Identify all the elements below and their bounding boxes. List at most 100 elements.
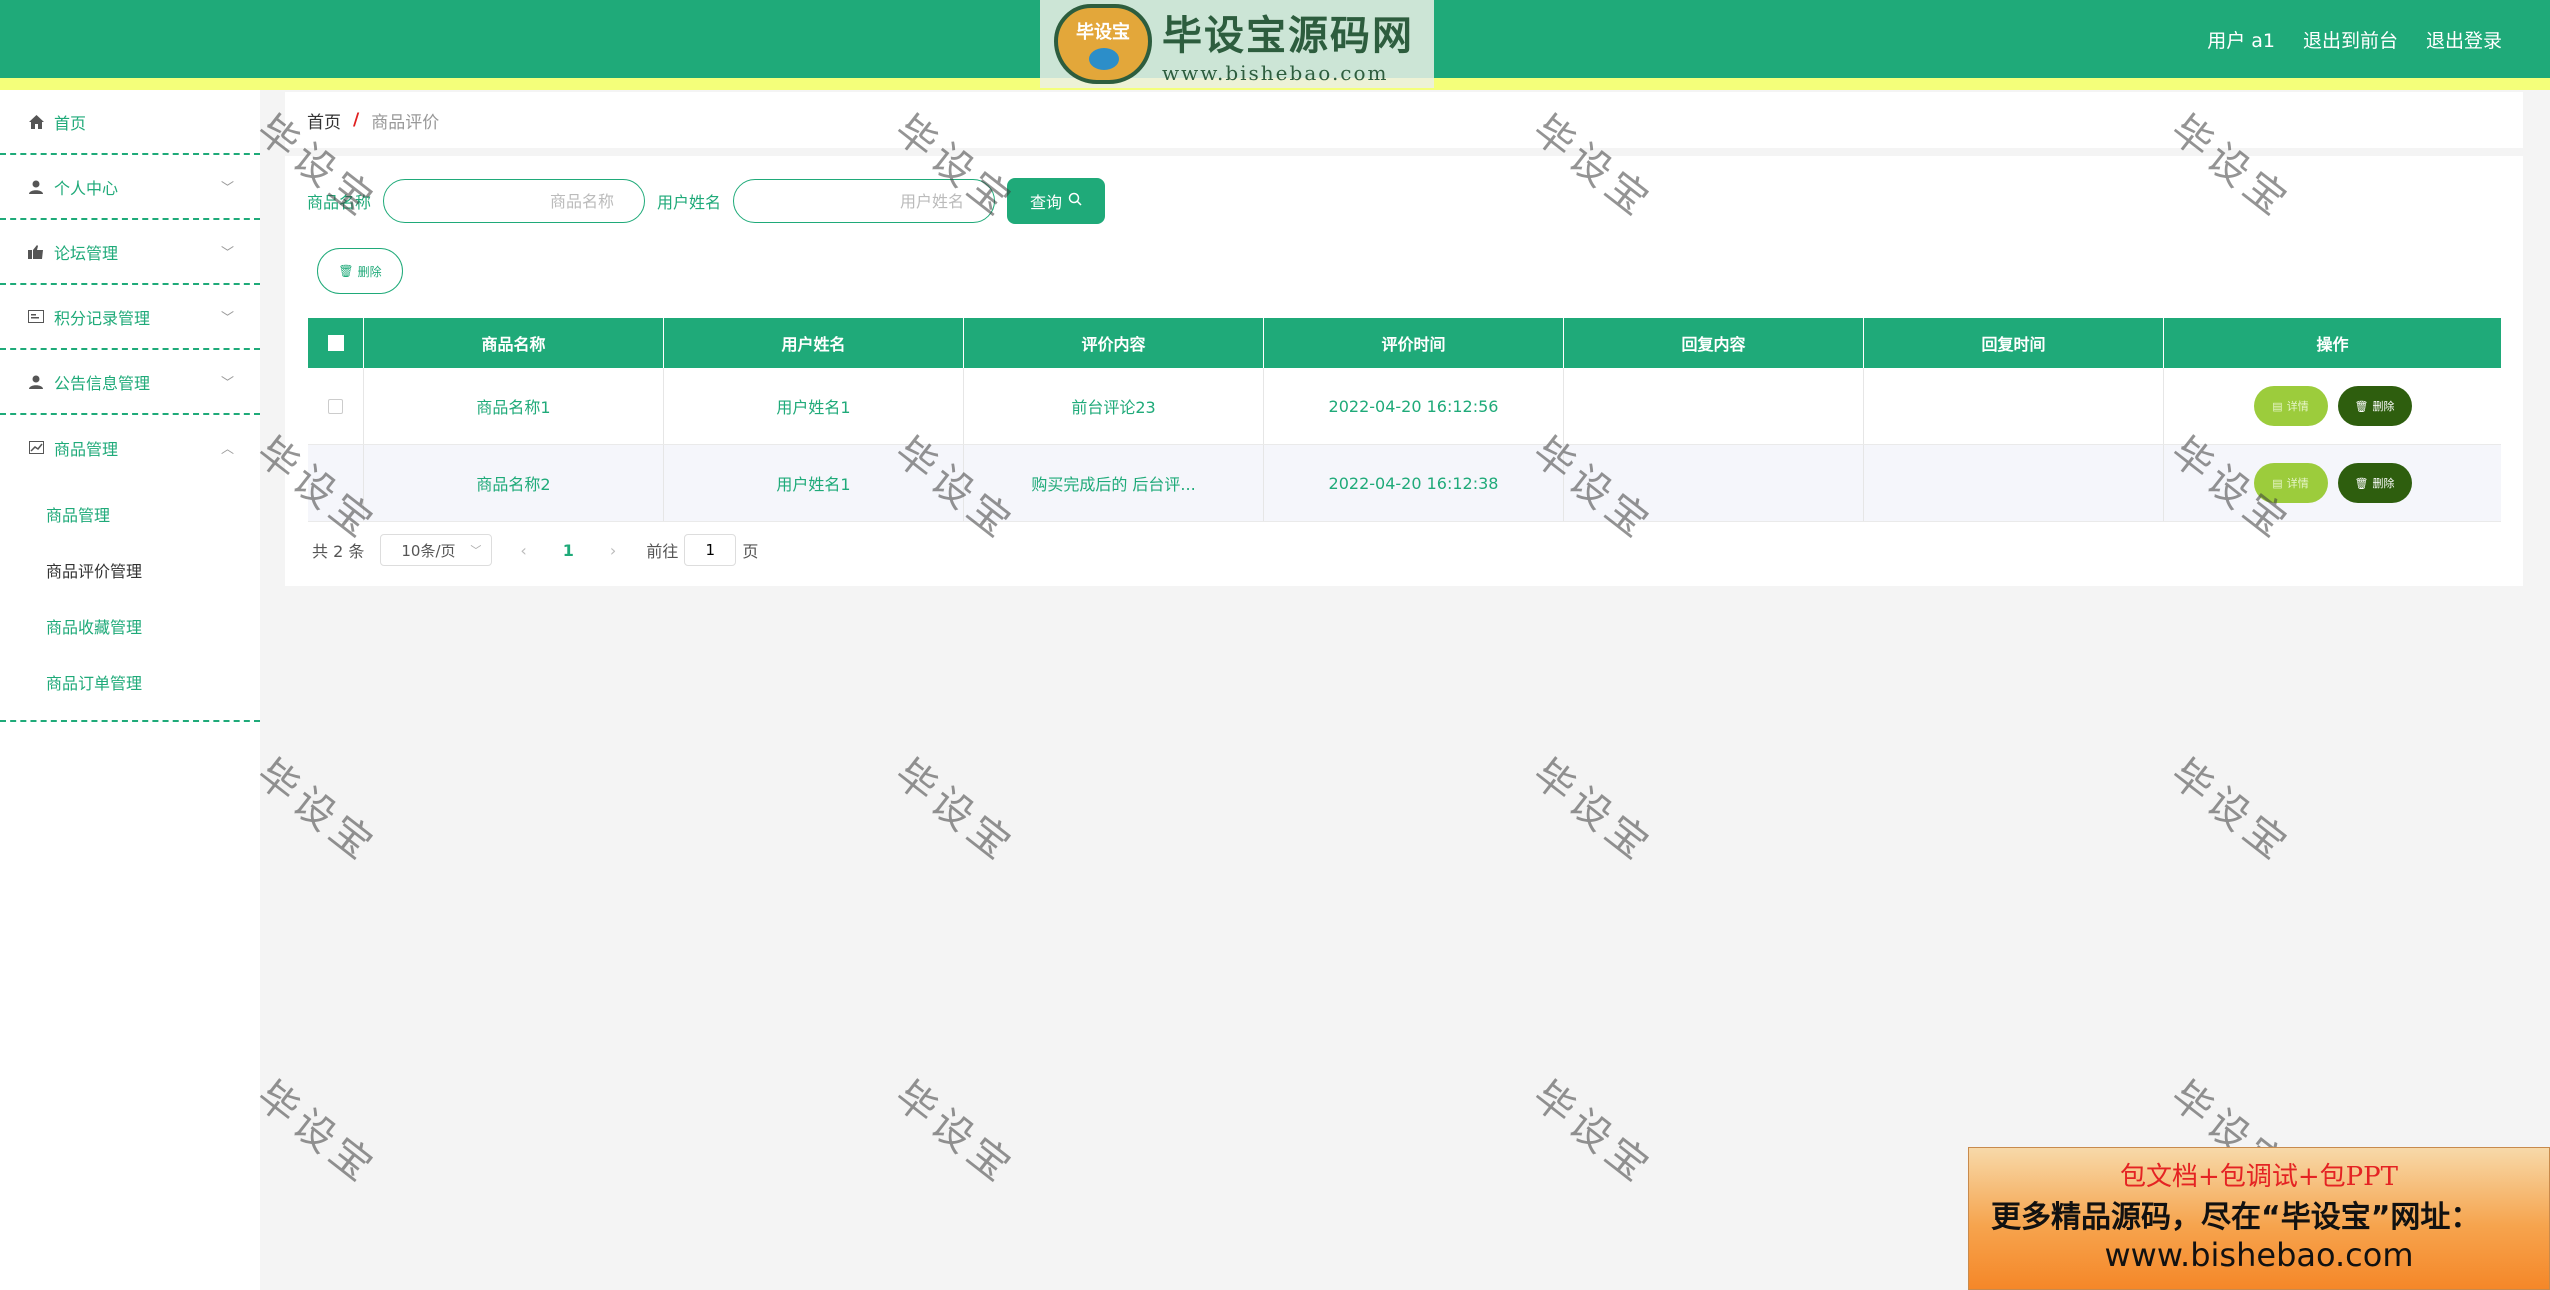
detail-button[interactable]: ▤ 详情: [2253, 463, 2328, 503]
sidebar-item-announcements[interactable]: 公告信息管理 ﹀: [0, 350, 260, 415]
ad-line-3: www.bishebao.com: [2104, 1236, 2414, 1274]
batch-delete-button[interactable]: 🗑 删除: [317, 248, 403, 294]
search-form: 商品名称 用户姓名 查询: [307, 178, 1106, 224]
sidebar-item-label: 公告信息管理: [54, 373, 151, 393]
submenu-product-orders[interactable]: 商品订单管理: [0, 654, 260, 710]
sidebar-item-label: 首页: [54, 113, 87, 133]
chart-icon: [28, 440, 44, 456]
chevron-down-icon: ﹀: [220, 246, 234, 261]
home-icon: [28, 114, 44, 130]
sidebar-item-label: 个人中心: [54, 178, 119, 198]
sidebar-item-label: 积分记录管理: [54, 308, 151, 328]
next-page-icon[interactable]: ›: [610, 541, 616, 560]
table-row: 商品名称2 用户姓名1 购买完成后的 后台评... 2022-04-20 16:…: [308, 445, 2501, 522]
sidebar-item-products[interactable]: 商品管理 ︿: [0, 415, 260, 480]
cell-actions: ▤ 详情 🗑 删除: [2164, 445, 2501, 521]
top-right-actions: 用户 a1 退出到前台 退出登录: [2207, 26, 2502, 53]
prev-page-icon[interactable]: ‹: [520, 541, 526, 560]
submenu-product-favorites[interactable]: 商品收藏管理: [0, 598, 260, 654]
product-name-label: 商品名称: [307, 193, 372, 212]
logout-link[interactable]: 退出登录: [2426, 26, 2502, 53]
user-icon: [28, 179, 44, 195]
user-name-input[interactable]: [733, 179, 996, 223]
header-review-content[interactable]: 评价内容: [964, 318, 1264, 368]
delete-button[interactable]: 🗑 删除: [2337, 386, 2412, 426]
cell-review-time: 2022-04-20 16:12:38: [1264, 445, 1564, 521]
cell-product-name: 商品名称2: [364, 445, 664, 521]
submenu-product-reviews[interactable]: 商品评价管理: [0, 542, 260, 598]
cell-actions: ▤ 详情 🗑 删除: [2164, 368, 2501, 444]
sidebar-item-forum[interactable]: 论坛管理 ﹀: [0, 220, 260, 285]
watermark: 毕设宝: [2162, 750, 2300, 872]
select-all-cell: [308, 318, 364, 368]
breadcrumb-separator: /: [353, 110, 360, 130]
breadcrumb: 首页 / 商品评价: [285, 92, 2523, 148]
watermark: 毕设宝: [1524, 750, 1662, 872]
sidebar-item-personal-center[interactable]: 个人中心 ﹀: [0, 155, 260, 220]
document-icon: ▤: [2272, 400, 2283, 413]
cell-reply-time: [1864, 368, 2164, 444]
goto-page-input[interactable]: [684, 534, 737, 566]
total-count: 共 2 条: [312, 542, 365, 561]
person-icon: [28, 374, 44, 390]
logo-url: www.bishebao.com: [1162, 61, 1389, 85]
watermark: 毕设宝: [1524, 1072, 1662, 1194]
detail-button[interactable]: ▤ 详情: [2253, 386, 2328, 426]
cell-user-name: 用户姓名1: [664, 445, 964, 521]
document-icon: ▤: [2272, 477, 2283, 490]
cell-reply-content: [1564, 445, 1864, 521]
table-row: 商品名称1 用户姓名1 前台评论23 2022-04-20 16:12:56 ▤…: [308, 368, 2501, 445]
chevron-down-icon: ﹀: [220, 311, 234, 326]
cell-product-name: 商品名称1: [364, 368, 664, 444]
chevron-down-icon: ﹀: [220, 376, 234, 391]
content-card: 商品名称 用户姓名 查询 🗑 删除 商品名称 用户姓名 评价内容 评价时间 回复…: [285, 156, 2523, 586]
user-label[interactable]: 用户 a1: [2207, 26, 2275, 53]
header-reply-content[interactable]: 回复内容: [1564, 318, 1864, 368]
logo-badge-icon: 毕设宝: [1054, 4, 1152, 84]
submenu-product-management[interactable]: 商品管理: [0, 486, 260, 542]
trash-icon: 🗑: [2354, 400, 2369, 413]
page-number[interactable]: 1: [563, 541, 574, 560]
watermark: 毕设宝: [886, 750, 1024, 872]
header-reply-time[interactable]: 回复时间: [1864, 318, 2164, 368]
card-icon: [28, 309, 44, 325]
chevron-down-icon: ﹀: [220, 181, 234, 196]
cell-user-name: 用户姓名1: [664, 368, 964, 444]
select-all-checkbox[interactable]: [327, 335, 344, 351]
watermark: 毕设宝: [248, 750, 386, 872]
chevron-down-icon: ﹀: [470, 544, 482, 557]
back-to-front-link[interactable]: 退出到前台: [2303, 26, 2398, 53]
product-name-input[interactable]: [383, 179, 646, 223]
cell-review-time: 2022-04-20 16:12:56: [1264, 368, 1564, 444]
sidebar-item-label: 商品管理: [54, 439, 119, 459]
cell-review-content: 购买完成后的 后台评...: [964, 445, 1264, 521]
sidebar-item-points-records[interactable]: 积分记录管理 ﹀: [0, 285, 260, 350]
ad-line-1: 包文档+包调试+包PPT: [2120, 1162, 2398, 1192]
user-name-label: 用户姓名: [657, 193, 722, 212]
sidebar: 首页 个人中心 ﹀ 论坛管理 ﹀ 积分记录管理 ﹀ 公告信息管理 ﹀ 商品管理 …: [0, 90, 260, 1290]
table-header: 商品名称 用户姓名 评价内容 评价时间 回复内容 回复时间 操作: [308, 318, 2501, 368]
reviews-table: 商品名称 用户姓名 评价内容 评价时间 回复内容 回复时间 操作 商品名称1 用…: [308, 318, 2501, 522]
row-checkbox[interactable]: [328, 398, 343, 414]
breadcrumb-home[interactable]: 首页: [307, 108, 341, 133]
watermark: 毕设宝: [248, 1072, 386, 1194]
goto-prefix: 前往: [646, 542, 679, 561]
breadcrumb-current: 商品评价: [371, 112, 440, 133]
header-actions: 操作: [2316, 335, 2349, 354]
delete-button[interactable]: 🗑 删除: [2337, 463, 2412, 503]
logo-title: 毕设宝源码网: [1162, 13, 1414, 59]
watermark: 毕设宝: [886, 1072, 1024, 1194]
page-size-select[interactable]: 10条/页 ﹀: [380, 534, 493, 566]
sidebar-item-home[interactable]: 首页: [0, 90, 260, 155]
chevron-up-icon: ︿: [220, 442, 234, 457]
cell-review-content: 前台评论23: [964, 368, 1264, 444]
sidebar-submenu-products: 商品管理 商品评价管理 商品收藏管理 商品订单管理: [0, 480, 260, 722]
ad-banner[interactable]: 包文档+包调试+包PPT 更多精品源码，尽在“毕设宝”网址： www.bishe…: [1968, 1147, 2550, 1290]
pagination: 共 2 条 10条/页 ﹀ ‹ 1 › 前往 页: [312, 534, 758, 566]
cell-reply-content: [1564, 368, 1864, 444]
header-user-name[interactable]: 用户姓名: [664, 318, 964, 368]
header-review-time[interactable]: 评价时间: [1264, 318, 1564, 368]
header-product-name[interactable]: 商品名称: [364, 318, 664, 368]
query-button[interactable]: 查询: [1007, 178, 1106, 224]
site-logo: 毕设宝 毕设宝源码网 www.bishebao.com: [1040, 0, 1434, 88]
